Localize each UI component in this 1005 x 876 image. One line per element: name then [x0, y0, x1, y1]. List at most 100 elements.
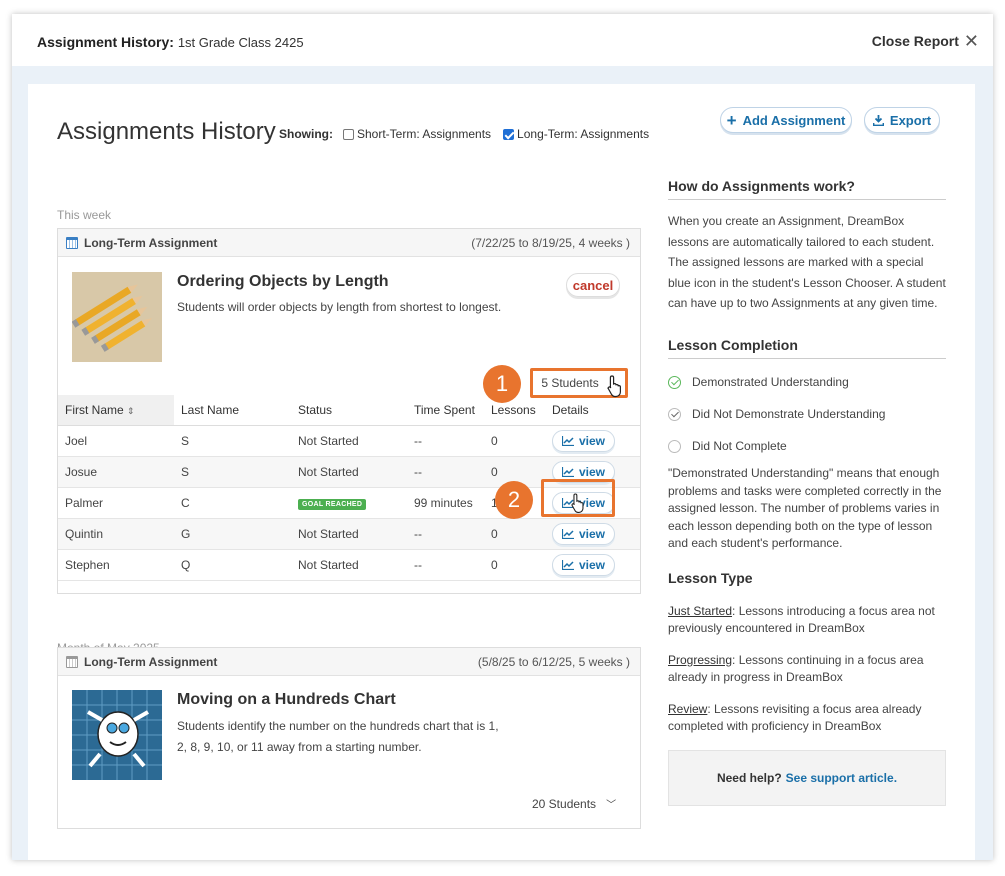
hundreds-chart-thumbnail [72, 690, 162, 780]
details-cell: view [545, 518, 640, 550]
completion-legend: Demonstrated Understanding Did Not Demon… [668, 366, 946, 462]
assignment-type: Long-Term Assignment [66, 655, 217, 669]
status: Not Started [291, 456, 407, 488]
students-count: 5 Students [541, 376, 599, 390]
how-text: When you create an Assignment, DreamBox … [668, 214, 946, 310]
first-name: Joel [58, 425, 174, 457]
table-row: Stephen Q Not Started -- 0 view [58, 549, 640, 581]
lesson-type-desc: : Lessons revisiting a focus area alread… [668, 702, 922, 733]
column-header-details: Details [545, 395, 640, 426]
filter-short-term[interactable]: Short-Term: Assignments [343, 127, 491, 141]
report-title-label: Assignment History: [37, 34, 174, 50]
add-assignment-label: Add Assignment [742, 112, 846, 128]
time-spent: -- [407, 518, 484, 550]
completion-title: Lesson Completion [668, 337, 946, 359]
first-name: Josue [58, 456, 174, 488]
column-header-first-name[interactable]: First Name ⇕ [58, 395, 174, 426]
details-cell: view [545, 425, 640, 457]
chart-icon [562, 435, 574, 446]
view-button[interactable]: view [552, 553, 616, 576]
legend-item: Did Not Complete [668, 430, 946, 462]
view-label: view [579, 464, 606, 479]
lessons: 0 [484, 549, 545, 581]
view-label: view [579, 526, 606, 541]
chart-icon [562, 528, 574, 539]
view-label: view [579, 433, 606, 448]
assignment-type: Long-Term Assignment [66, 236, 217, 250]
completion-text: "Demonstrated Understanding" means that … [668, 466, 942, 550]
last-name: S [174, 456, 291, 488]
assignment-type-label: Long-Term Assignment [84, 654, 218, 669]
add-assignment-button[interactable]: + Add Assignment [720, 107, 852, 133]
first-name: Quintin [58, 518, 174, 550]
pencils-thumbnail [72, 272, 162, 362]
hand-cursor-icon [571, 493, 584, 513]
first-name: Stephen [58, 549, 174, 581]
short-term-checkbox[interactable] [343, 128, 354, 140]
status: Not Started [291, 518, 407, 550]
assignment-description: Students will order objects by length fr… [177, 300, 502, 314]
assignment-dates: (7/22/25 to 8/19/25, 4 weeks ) [471, 235, 630, 250]
calendar-icon [66, 236, 78, 249]
lesson-type-name: Progressing [668, 653, 733, 667]
time-spent: -- [407, 456, 484, 488]
last-name: G [174, 518, 291, 550]
card-header: Long-Term Assignment (7/22/25 to 8/19/25… [58, 229, 640, 257]
report-window: Assignment History: 1st Grade Class 2425… [12, 14, 993, 860]
close-report-button[interactable]: Close Report ✕ [871, 31, 979, 51]
export-label: Export [889, 112, 932, 128]
class-name: 1st Grade Class 2425 [177, 35, 304, 50]
assignment-card: Long-Term Assignment (7/22/25 to 8/19/25… [57, 228, 641, 594]
filter-label: Short-Term: Assignments [357, 127, 492, 141]
help-box: Need help? See support article. [668, 750, 946, 806]
export-button[interactable]: Export [864, 107, 940, 133]
view-label: view [579, 557, 606, 572]
legend-label: Did Not Complete [692, 439, 787, 453]
status: GOAL REACHED [291, 487, 407, 519]
table-row: Quintin G Not Started -- 0 view [58, 518, 640, 550]
help-label: Need help? [716, 771, 782, 785]
lessons: 0 [484, 425, 545, 457]
how-title: How do Assignments work? [668, 178, 946, 200]
chart-icon [562, 466, 574, 477]
filter-long-term[interactable]: Long-Term: Assignments [503, 127, 649, 141]
column-label: First Name [65, 402, 124, 417]
last-name: Q [174, 549, 291, 581]
main-panel: Assignments History Showing: Short-Term:… [28, 84, 975, 860]
time-spent: -- [407, 425, 484, 457]
support-article-link[interactable]: See support article. [786, 771, 897, 785]
calendar-icon [66, 655, 78, 668]
chart-icon [562, 559, 574, 570]
lesson-type-item: Review: Lessons revisiting a focus area … [668, 701, 946, 735]
last-name: C [174, 487, 291, 519]
last-name: S [174, 425, 291, 457]
lesson-type-name: Review [668, 702, 708, 716]
report-header: Assignment History: 1st Grade Class 2425… [12, 14, 993, 66]
legend-label: Did Not Demonstrate Understanding [692, 407, 886, 421]
assignment-type-label: Long-Term Assignment [84, 235, 218, 250]
assignment-title: Ordering Objects by Length [177, 273, 389, 290]
plus-icon: + [726, 110, 737, 130]
status: Not Started [291, 549, 407, 581]
status: Not Started [291, 425, 407, 457]
students-toggle[interactable]: 20 Students ﹀ [532, 796, 616, 812]
close-report-label: Close Report [871, 33, 959, 49]
type-title: Lesson Type [668, 570, 753, 586]
lesson-type-item: Progressing: Lessons continuing in a foc… [668, 652, 946, 686]
view-button[interactable]: view [552, 522, 616, 545]
column-header-status: Status [291, 395, 407, 426]
long-term-checkbox[interactable] [503, 128, 515, 140]
check-circle-outline-icon [668, 407, 681, 421]
empty-circle-icon [668, 439, 681, 453]
first-name: Palmer [58, 487, 174, 519]
cancel-assignment-button[interactable]: cancel [566, 273, 620, 297]
column-header-last-name: Last Name [174, 395, 291, 426]
assignment-card: Long-Term Assignment (5/8/25 to 6/12/25,… [57, 647, 641, 829]
view-button[interactable]: view [552, 429, 616, 452]
goal-reached-badge: GOAL REACHED [298, 499, 367, 510]
filter-label: Long-Term: Assignments [517, 127, 650, 141]
filter-group: Showing: Short-Term: Assignments Long-Te… [279, 127, 655, 141]
legend-item: Demonstrated Understanding [668, 366, 946, 398]
assignment-description: Students identify the number on the hund… [177, 719, 499, 754]
close-icon: ✕ [963, 31, 979, 51]
